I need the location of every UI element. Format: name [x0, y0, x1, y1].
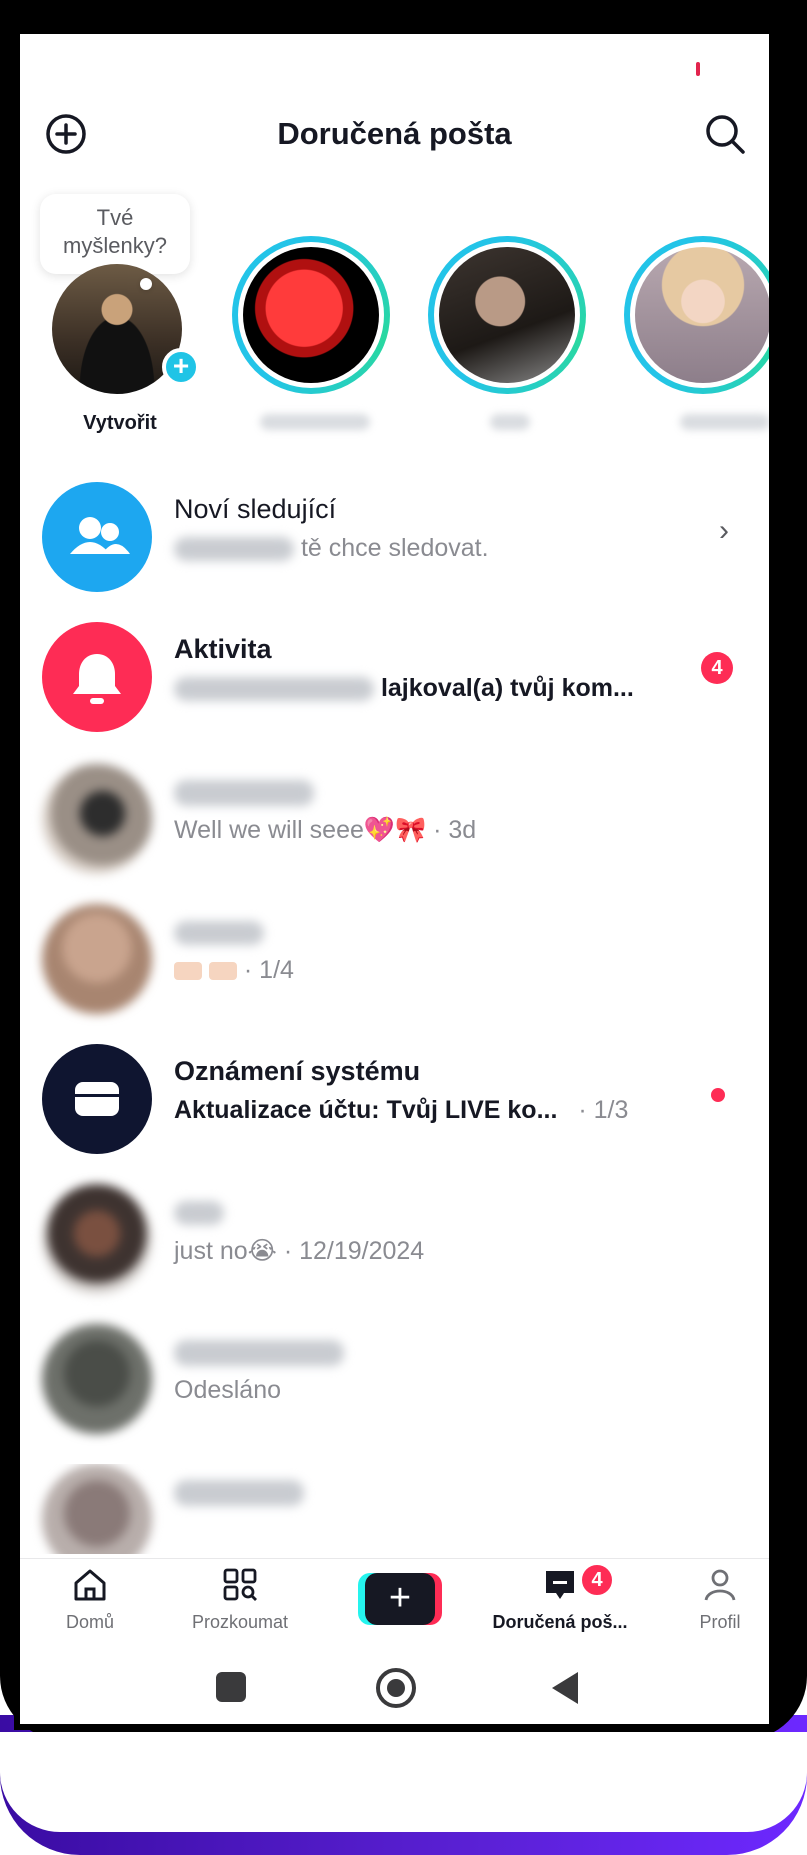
- unread-dot: [711, 1088, 725, 1102]
- add-story-icon[interactable]: +: [162, 348, 200, 386]
- chevron-right-icon: ›: [719, 514, 729, 547]
- list-item-chat[interactable]: [20, 1464, 769, 1554]
- hidden-username: [174, 537, 294, 562]
- nav-home[interactable]: Domů: [50, 1567, 130, 1633]
- row-subtitle: lajkoval(a) tvůj kom...: [174, 674, 634, 703]
- story-name-hidden: [260, 414, 370, 430]
- decorative-frame-white: [0, 1732, 807, 1832]
- list-item-chat[interactable]: Well we will seee💖🎀 · 3d: [20, 764, 769, 884]
- list-item-chat[interactable]: · 1/4: [20, 904, 769, 1024]
- hidden-username: [174, 1200, 224, 1225]
- status-indicator: [696, 62, 700, 76]
- bubble-tail-dot: [140, 278, 152, 290]
- create-story-label: Vytvořit: [83, 412, 157, 434]
- avatar: [42, 1464, 152, 1554]
- story-avatar[interactable]: [232, 236, 390, 394]
- profile-icon: [704, 1569, 736, 1601]
- inbox-badge: 4: [580, 1563, 614, 1597]
- home-icon: [74, 1569, 106, 1601]
- bubble-line-1: Tvé: [96, 205, 134, 230]
- nav-profile-label: Profil: [699, 1612, 741, 1632]
- avatar: [42, 904, 152, 1014]
- nav-inbox[interactable]: Doručená poš...: [480, 1567, 640, 1633]
- recents-icon[interactable]: [216, 1672, 246, 1702]
- row-title: Noví sledující: [174, 494, 337, 524]
- stories-row: Tvé myšlenky? + Vytvořit: [20, 194, 769, 454]
- row-time: · 1/3: [578, 1096, 629, 1124]
- header: Doručená pošta: [20, 104, 769, 164]
- story-avatar[interactable]: [624, 236, 769, 394]
- row-subtitle: tě chce sledovat.: [174, 534, 489, 563]
- heart-hands-emoji: [174, 962, 202, 981]
- row-title: Oznámení systému: [174, 1056, 421, 1086]
- system-nav-bar: [20, 1650, 769, 1724]
- bell-icon: [42, 622, 152, 732]
- create-button[interactable]: +: [358, 1573, 442, 1625]
- row-subtitle-text: Aktualizace účtu: Tvůj LIVE ko...: [174, 1096, 558, 1124]
- row-subtitle-text: · 1/4: [243, 956, 294, 984]
- search-icon[interactable]: [703, 112, 747, 156]
- story-name-hidden: [490, 414, 530, 430]
- row-title: [174, 1336, 344, 1367]
- heart-hands-emoji: [208, 962, 237, 981]
- row-title: [174, 1476, 304, 1507]
- thoughts-bubble[interactable]: Tvé myšlenky?: [40, 194, 190, 274]
- followers-icon: [42, 482, 152, 592]
- hidden-username: [174, 677, 374, 702]
- inbox-tray-icon: [42, 1044, 152, 1154]
- story-avatar[interactable]: [428, 236, 586, 394]
- phone-screen: Doručená pošta Tvé myšlenky? + Vytvořit: [14, 28, 775, 1730]
- nav-inbox-label: Doručená poš...: [492, 1612, 628, 1632]
- row-subtitle: Odesláno: [174, 1376, 282, 1404]
- page-title: Doručená pošta: [277, 116, 512, 151]
- avatar: [42, 1324, 152, 1434]
- nav-home-label: Domů: [65, 1612, 114, 1632]
- list-item-chat[interactable]: just no😭 · 12/19/2024: [20, 1184, 769, 1304]
- row-title: [174, 1196, 224, 1227]
- avatar: [42, 764, 152, 874]
- hidden-username: [174, 779, 314, 806]
- row-title: Aktivita: [174, 634, 272, 664]
- bubble-line-2: myšlenky?: [63, 233, 167, 258]
- story-name-hidden: [680, 414, 769, 430]
- row-title: [174, 776, 314, 807]
- avatar: [42, 1184, 152, 1294]
- row-subtitle: Aktualizace účtu: Tvůj LIVE ko... · 1/3: [174, 1096, 628, 1125]
- row-subtitle: Well we will seee💖🎀 · 3d: [174, 816, 477, 844]
- list-item-system[interactable]: Oznámení systému Aktualizace účtu: Tvůj …: [20, 1044, 769, 1164]
- row-subtitle: just no😭 · 12/19/2024: [174, 1237, 425, 1265]
- nav-explore-label: Prozkoumat: [191, 1612, 289, 1632]
- back-icon[interactable]: [552, 1672, 578, 1704]
- bottom-nav: Domů Prozkoumat + Doručená poš... 4 Prof…: [20, 1558, 769, 1648]
- list-item-activity[interactable]: Aktivita lajkoval(a) tvůj kom... 4: [20, 622, 769, 742]
- hidden-username: [174, 1339, 344, 1366]
- inbox-icon: [546, 1571, 574, 1599]
- nav-profile[interactable]: Profil: [680, 1567, 760, 1633]
- plus-icon: +: [365, 1573, 435, 1625]
- row-title: [174, 916, 264, 947]
- row-subtitle: · 1/4: [174, 956, 294, 985]
- row-subtitle-text: tě chce sledovat.: [300, 534, 489, 562]
- home-button-icon[interactable]: [376, 1668, 416, 1708]
- my-avatar[interactable]: [52, 264, 182, 394]
- list-item-chat[interactable]: Odesláno: [20, 1324, 769, 1444]
- hidden-username: [174, 1479, 304, 1506]
- explore-icon: [223, 1568, 257, 1601]
- row-subtitle-text: lajkoval(a) tvůj kom...: [380, 674, 634, 702]
- nav-explore[interactable]: Prozkoumat: [180, 1567, 300, 1633]
- hidden-username: [174, 920, 264, 945]
- unread-badge: 4: [701, 652, 733, 684]
- list-item-new-followers[interactable]: Noví sledující tě chce sledovat. ›: [20, 482, 769, 602]
